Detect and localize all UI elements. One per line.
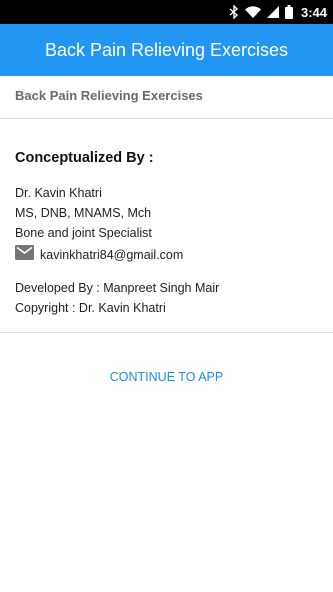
cell-signal-icon [266, 6, 279, 18]
doctor-degrees: MS, DNB, MNAMS, Mch [15, 206, 152, 220]
bluetooth-icon [229, 5, 239, 19]
status-bar: 3:44 [0, 0, 333, 24]
email-icon [15, 245, 34, 265]
battery-icon [284, 5, 293, 19]
page-subtitle: Back Pain Relieving Exercises [15, 88, 203, 103]
doctor-specialty: Bone and joint Specialist [15, 226, 152, 240]
credits-heading: Conceptualized By : [15, 150, 154, 166]
app-title: Back Pain Relieving Exercises [44, 39, 289, 60]
status-icons: 3:44 [229, 0, 327, 24]
wifi-icon [244, 6, 261, 18]
copyright-text: Copyright : Dr. Kavin Khatri [15, 301, 166, 315]
divider-bottom [0, 332, 333, 333]
status-time: 3:44 [300, 4, 327, 20]
email-address[interactable]: kavinkhatri84@gmail.com [40, 248, 183, 262]
continue-to-app-button[interactable]: CONTINUE TO APP [0, 370, 333, 384]
developer-credit: Developed By : Manpreet Singh Mair [15, 281, 220, 295]
app-bar: Back Pain Relieving Exercises [0, 24, 333, 76]
doctor-name: Dr. Kavin Khatri [15, 186, 102, 200]
divider-top [0, 118, 333, 119]
email-row[interactable]: kavinkhatri84@gmail.com [15, 245, 183, 265]
